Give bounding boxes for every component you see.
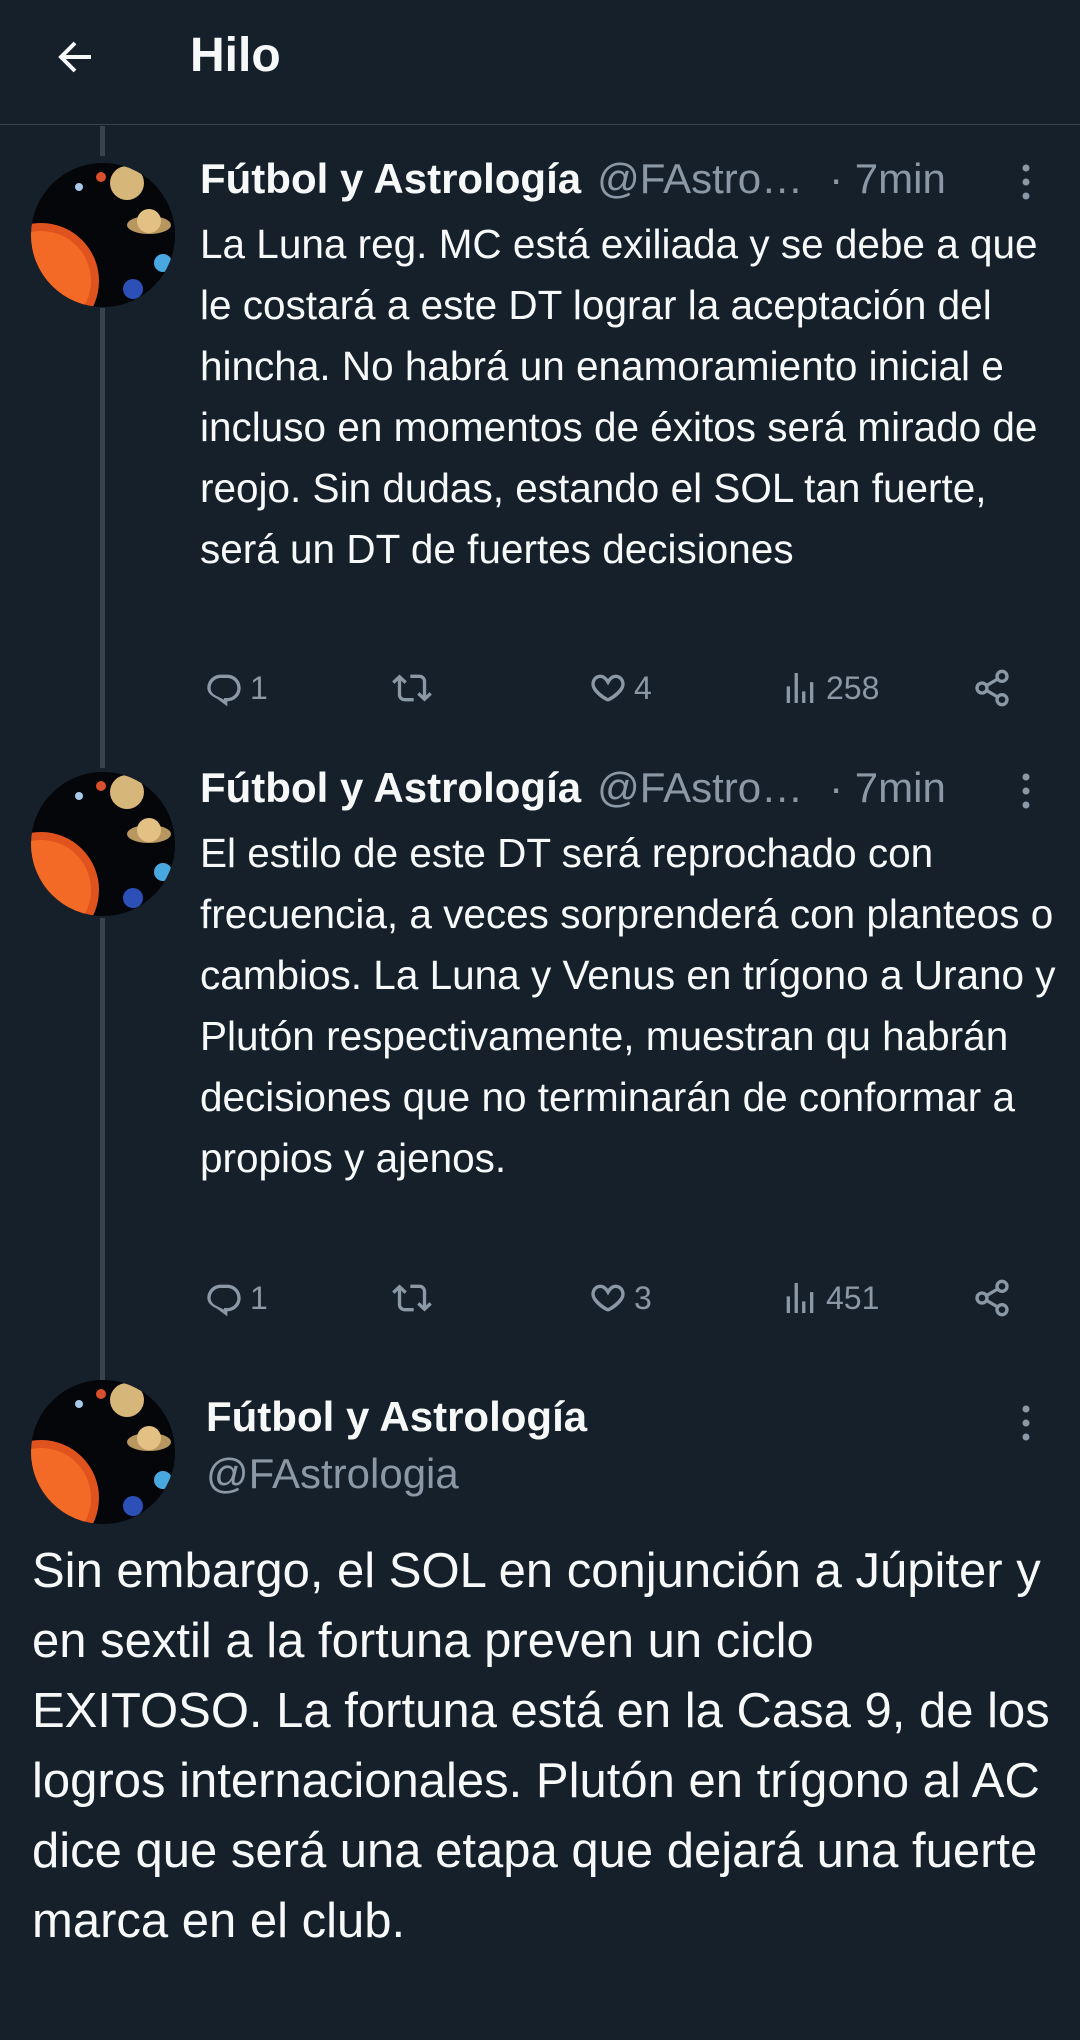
views-count: 258 — [826, 669, 880, 706]
author-name[interactable]: Fútbol y Astrología — [200, 764, 581, 812]
planets-avatar-image — [31, 772, 175, 916]
share-icon — [975, 669, 1009, 707]
like-count: 3 — [634, 1279, 652, 1316]
planets-avatar-image — [31, 1380, 175, 1524]
tweet-text: El estilo de este DT será reprochado con… — [200, 830, 1056, 1181]
views-chart-icon — [786, 1283, 814, 1313]
main-author-handle[interactable]: @FAstrologia — [206, 1450, 459, 1498]
avatar[interactable] — [31, 772, 175, 916]
more-vertical-icon — [1022, 773, 1030, 809]
tweet-actions: 1 3 451 — [200, 1268, 1020, 1328]
thread-line-1 — [100, 308, 105, 768]
share-button[interactable] — [972, 658, 1018, 718]
main-author-name[interactable]: Fútbol y Astrología — [206, 1393, 587, 1441]
reply-button[interactable]: 1 — [204, 658, 268, 718]
avatar[interactable] — [31, 1380, 175, 1524]
top-bar: Hilo — [0, 0, 1080, 125]
reply-button[interactable]: 1 — [204, 1268, 268, 1328]
reply-count: 1 — [250, 669, 268, 706]
thread-line-2 — [100, 918, 105, 1380]
tweet-text: La Luna reg. MC está exiliada y se debe … — [200, 221, 1038, 572]
heart-icon — [591, 674, 625, 702]
author-handle[interactable]: @FAstrologia — [597, 764, 807, 812]
like-button[interactable]: 3 — [588, 1268, 652, 1328]
reply-icon — [207, 674, 241, 707]
avatar[interactable] — [31, 163, 175, 307]
tweet-time[interactable]: · 7min — [829, 764, 946, 812]
author-handle[interactable]: @FAstrologia — [597, 155, 807, 203]
views-button[interactable]: 258 — [780, 658, 879, 718]
retweet-icon — [392, 1284, 432, 1312]
tweet-actions: 1 4 258 — [200, 658, 1020, 718]
like-button[interactable]: 4 — [588, 658, 652, 718]
more-vertical-icon — [1022, 1405, 1030, 1441]
views-button[interactable]: 451 — [780, 1268, 879, 1328]
arrow-left-icon — [58, 41, 91, 73]
planets-avatar-image — [31, 163, 175, 307]
thread-line-top — [100, 126, 105, 156]
reply-count: 1 — [250, 1279, 268, 1316]
heart-icon — [591, 1284, 625, 1312]
more-options-button[interactable] — [1006, 157, 1046, 207]
views-chart-icon — [786, 673, 814, 703]
tweet-header: Fútbol y Astrología @FAstrologia · 7min — [200, 764, 1040, 824]
share-icon — [975, 1279, 1009, 1317]
more-options-button[interactable] — [1006, 766, 1046, 816]
retweet-button[interactable] — [392, 1268, 438, 1328]
more-vertical-icon — [1022, 164, 1030, 200]
retweet-button[interactable] — [392, 658, 438, 718]
tweet-header: Fútbol y Astrología @FAstrologia · 7min — [200, 155, 1040, 215]
tweet-time[interactable]: · 7min — [829, 155, 946, 203]
reply-icon — [207, 1284, 241, 1317]
like-count: 4 — [634, 669, 652, 706]
main-tweet-text: Sin embargo, el SOL en conjunción a Júpi… — [32, 1544, 1050, 1948]
share-button[interactable] — [972, 1268, 1018, 1328]
author-name[interactable]: Fútbol y Astrología — [200, 155, 581, 203]
retweet-icon — [392, 674, 432, 702]
more-options-button[interactable] — [1006, 1398, 1046, 1448]
page-title: Hilo — [190, 29, 281, 82]
views-count: 451 — [826, 1279, 880, 1316]
back-button[interactable] — [40, 22, 110, 92]
